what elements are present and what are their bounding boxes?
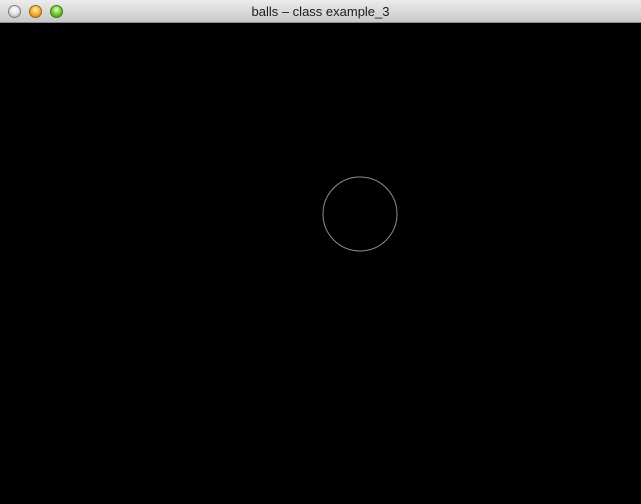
window-title: balls – class example_3 [251,4,390,19]
sketch-canvas[interactable] [0,23,641,504]
app-window: balls – class example_3 [0,0,641,504]
canvas-drawing [322,176,398,252]
ball [322,176,398,252]
title-bar[interactable]: balls – class example_3 [0,0,641,23]
